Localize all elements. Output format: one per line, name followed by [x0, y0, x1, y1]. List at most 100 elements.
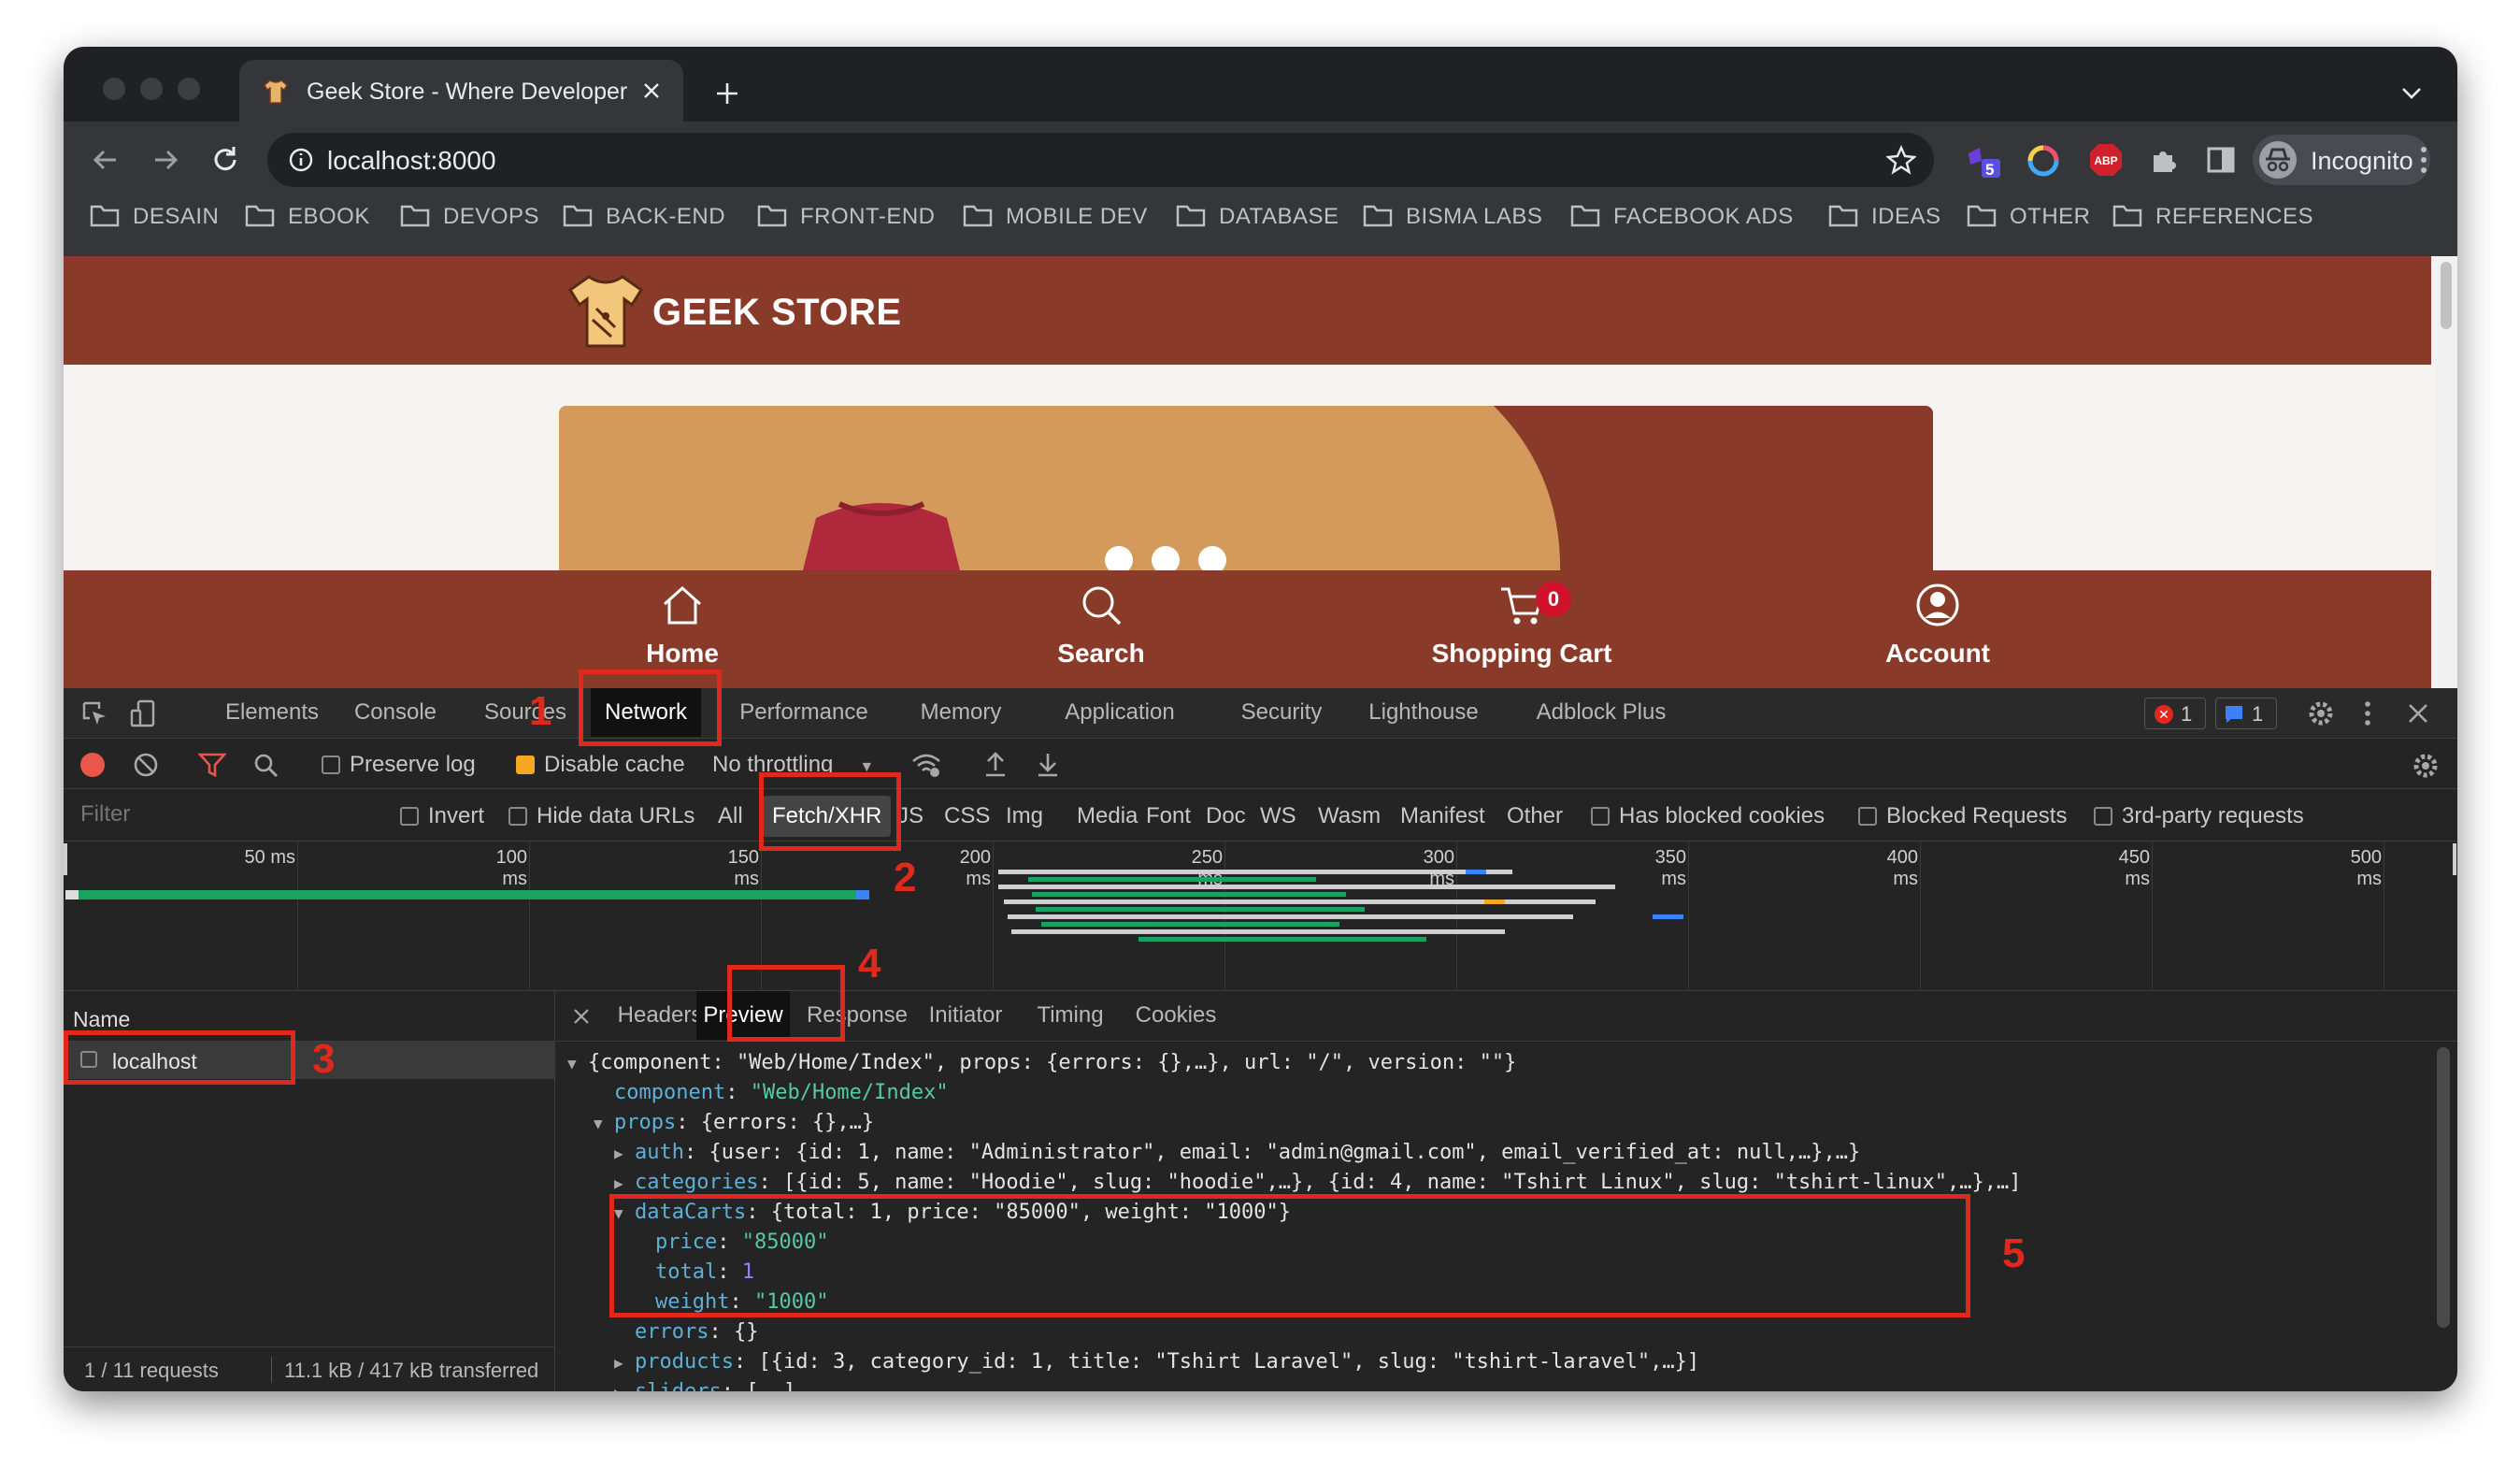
third-party-checkbox[interactable]: 3rd-party requests: [2094, 803, 2304, 829]
devtools-tab-memory[interactable]: Memory: [903, 688, 1019, 737]
checkbox-box[interactable]: [2094, 807, 2112, 826]
new-tab-icon[interactable]: [714, 80, 740, 107]
network-conditions-wifi-icon[interactable]: [910, 752, 942, 778]
browser-tab[interactable]: Geek Store - Where Developer: [239, 60, 683, 122]
detail-tab-initiator[interactable]: Initiator: [919, 991, 1012, 1040]
filter-type-doc[interactable]: Doc: [1206, 803, 1246, 829]
devtools-tab-console[interactable]: Console: [340, 688, 451, 737]
search-icon[interactable]: [252, 752, 279, 778]
url-text[interactable]: localhost:8000: [327, 146, 496, 176]
filter-input[interactable]: [73, 797, 374, 832]
adblock-plus-icon[interactable]: ABP: [2088, 142, 2124, 178]
checkbox-box-checked[interactable]: [516, 756, 535, 774]
bookmark-folder[interactable]: MOBILE DEV: [963, 204, 1148, 230]
settings-gear-icon[interactable]: [2307, 699, 2335, 727]
preserve-log-checkbox[interactable]: Preserve log: [322, 752, 476, 778]
color-picker-extension-icon[interactable]: [2026, 144, 2060, 178]
filter-type-ws[interactable]: WS: [1260, 803, 1296, 829]
json-line-sliders[interactable]: ▶sliders: [,…]: [614, 1380, 795, 1391]
bookmark-folder[interactable]: BISMA LABS: [1363, 204, 1542, 230]
clear-icon[interactable]: [133, 752, 159, 778]
tshirt-logo-icon[interactable]: [565, 271, 647, 350]
nav-shopping-cart[interactable]: 0 Shopping Cart: [1419, 582, 1625, 669]
network-settings-gear-icon[interactable]: [2412, 752, 2440, 780]
detail-tab-timing[interactable]: Timing: [1024, 991, 1117, 1040]
close-devtools-icon[interactable]: [2406, 701, 2430, 726]
devtools-tab-adblock-plus[interactable]: Adblock Plus: [1522, 688, 1681, 737]
blocked-requests-checkbox[interactable]: Blocked Requests: [1858, 803, 2067, 829]
filter-type-all[interactable]: All: [718, 803, 743, 829]
json-line-categories[interactable]: ▶ categories: [{id: 5, name: "Hoodie", sl…: [614, 1171, 2021, 1194]
extension-icon[interactable]: [1963, 140, 2002, 180]
devtools-tab-application[interactable]: Application: [1038, 688, 1202, 737]
filter-type-font[interactable]: Font: [1146, 803, 1191, 829]
json-line-props[interactable]: ▼ props: {errors: {},…}: [594, 1111, 874, 1134]
bookmark-folder[interactable]: DEVOPS: [400, 204, 539, 230]
bookmark-folder[interactable]: OTHER: [1967, 204, 2091, 230]
maximize-window-button[interactable]: [178, 78, 200, 100]
devtools-tab-sources[interactable]: Sources: [475, 688, 576, 737]
timeline-overview[interactable]: 50 ms100 ms150 ms200 ms250 ms300 ms350 m…: [64, 842, 2457, 991]
nav-search[interactable]: Search: [998, 582, 1204, 669]
info-icon[interactable]: [288, 147, 314, 173]
filter-type-media[interactable]: Media: [1077, 803, 1138, 829]
bookmark-star-icon[interactable]: [1886, 145, 1916, 175]
bookmark-folder[interactable]: FACEBOOK ADS: [1570, 204, 1794, 230]
address-bar[interactable]: localhost:8000: [267, 133, 1934, 187]
puzzle-extensions-icon[interactable]: [2148, 144, 2180, 176]
devtools-tab-lighthouse[interactable]: Lighthouse: [1353, 688, 1494, 737]
minimize-window-button[interactable]: [140, 78, 163, 100]
reload-icon[interactable]: [209, 144, 241, 176]
back-arrow-icon[interactable]: [90, 144, 122, 176]
nav-account[interactable]: Account: [1835, 582, 2040, 669]
timeline-handle[interactable]: [2453, 843, 2456, 875]
hide-data-urls-checkbox[interactable]: Hide data URLs: [508, 803, 694, 829]
checkbox-box[interactable]: [1858, 807, 1877, 826]
import-har-upload-icon[interactable]: [983, 750, 1008, 778]
bookmark-folder[interactable]: DATABASE: [1176, 204, 1339, 230]
side-panel-icon[interactable]: [2206, 146, 2236, 174]
has-blocked-cookies-checkbox[interactable]: Has blocked cookies: [1591, 803, 1825, 829]
incognito-badge[interactable]: Incognito: [2253, 135, 2430, 185]
filter-type-other[interactable]: Other: [1507, 803, 1563, 829]
bookmark-folder[interactable]: BACK-END: [563, 204, 725, 230]
bookmark-folder[interactable]: EBOOK: [245, 204, 370, 230]
inspect-element-icon[interactable]: [80, 699, 108, 727]
page-scrollbar[interactable]: [2435, 256, 2457, 688]
bookmark-folder[interactable]: FRONT-END: [757, 204, 936, 230]
checkbox-box[interactable]: [400, 807, 419, 826]
bookmark-folder[interactable]: REFERENCES: [2112, 204, 2313, 230]
filter-funnel-icon[interactable]: [198, 752, 226, 778]
bookmark-folder[interactable]: IDEAS: [1828, 204, 1941, 230]
detail-tab-cookies[interactable]: Cookies: [1126, 991, 1225, 1040]
record-button[interactable]: [80, 753, 105, 777]
device-toolbar-icon[interactable]: [129, 699, 157, 727]
timeline-handle[interactable]: [64, 843, 67, 875]
chrome-menu-icon[interactable]: [2419, 144, 2428, 176]
filter-type-css[interactable]: CSS: [944, 803, 990, 829]
logo-text[interactable]: GEEK STORE: [652, 292, 902, 334]
filter-type-manifest[interactable]: Manifest: [1400, 803, 1485, 829]
export-har-download-icon[interactable]: [1036, 750, 1060, 778]
filter-type-js[interactable]: JS: [897, 803, 924, 829]
json-root-line[interactable]: ▼ {component: "Web/Home/Index", props: {e…: [567, 1051, 1516, 1074]
name-column-header[interactable]: Name: [73, 1007, 130, 1032]
devtools-tab-performance[interactable]: Performance: [723, 688, 884, 737]
error-counter[interactable]: ✕ 1: [2144, 698, 2206, 729]
preview-scrollbar[interactable]: [2437, 1047, 2450, 1328]
close-detail-icon[interactable]: [573, 1008, 590, 1025]
tab-search-chevron-icon[interactable]: [2400, 84, 2423, 103]
forward-arrow-icon[interactable]: [150, 144, 181, 176]
checkbox-box[interactable]: [1591, 807, 1610, 826]
close-window-button[interactable]: [103, 78, 125, 100]
devtools-tab-security[interactable]: Security: [1221, 688, 1342, 737]
checkbox-box[interactable]: [322, 756, 340, 774]
json-line-products[interactable]: ▶ products: [{id: 3, category_id: 1, titl…: [614, 1350, 1699, 1374]
message-counter[interactable]: 1: [2215, 698, 2277, 729]
bookmark-folder[interactable]: DESAIN: [90, 204, 219, 230]
hero-banner[interactable]: [559, 406, 1933, 593]
disable-cache-checkbox[interactable]: Disable cache: [516, 752, 685, 778]
devtools-tab-elements[interactable]: Elements: [211, 688, 333, 737]
json-line-auth[interactable]: ▶ auth: {user: {id: 1, name: "Administrat…: [614, 1141, 1860, 1164]
filter-type-wasm[interactable]: Wasm: [1318, 803, 1381, 829]
